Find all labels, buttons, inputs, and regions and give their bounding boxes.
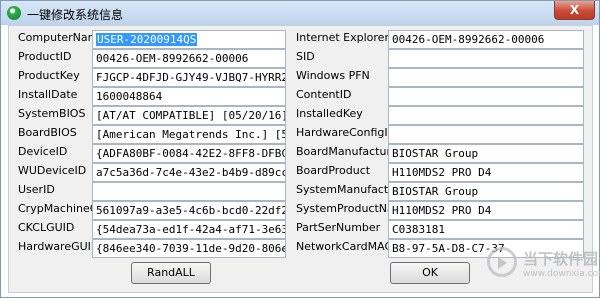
hardware-config-id-field[interactable] [388, 125, 584, 144]
label-part-ser-number: PartSerNumber [296, 221, 381, 234]
watermark-url: www.downxia.com [523, 269, 600, 279]
label-install-date: InstallDate [18, 88, 78, 101]
computer-name-field[interactable]: USER-20200914QS [92, 30, 286, 49]
cryp-machine-guid-field[interactable]: 561097a9-a3e5-4c6b-bcd0-22df20baafd4 [92, 201, 286, 220]
install-date-field[interactable]: 1600048864 [92, 87, 286, 106]
part-ser-number-field[interactable]: C0383181 [388, 220, 584, 239]
product-key-field[interactable]: FJGCP-4DFJD-GJY49-VJBQ7-HYRR2 [92, 68, 286, 87]
window-title: 一键修改系统信息 [27, 8, 124, 22]
label-user-id: UserID [18, 183, 55, 196]
device-id-field[interactable]: {ADFA80BF-0084-42E2-8FF8-DFBC6464CE8C} [92, 144, 286, 163]
ie-id-field[interactable]: 00426-OEM-8992662-00006 [388, 30, 584, 49]
label-windows-pfn: Windows PFN [296, 69, 370, 82]
label-wu-device-id: WUDeviceID [18, 164, 87, 177]
wu-device-id-field[interactable]: a7c5a36d-7c4e-43e2-b4b9-d89cc91e4b35 [92, 163, 286, 182]
label-network-card-mac: NetworkCardMAC [296, 240, 393, 253]
system-info-window: 一键修改系统信息 X ComputerName USER-20200914QS … [0, 0, 600, 298]
label-sid: SID [296, 50, 315, 63]
rand-all-button[interactable]: RandALL [131, 262, 211, 284]
board-manufacturer-field[interactable]: BIOSTAR Group [388, 144, 584, 163]
app-icon [7, 6, 21, 20]
label-board-bios: BoardBIOS [18, 126, 77, 139]
windows-pfn-field[interactable] [388, 68, 584, 87]
hardware-guid-field[interactable]: {846ee340-7039-11de-9d20-806e6f6e6963} [92, 239, 286, 258]
label-device-id: DeviceID [18, 145, 68, 158]
close-button[interactable]: X [554, 1, 595, 20]
watermark-logo-icon [487, 247, 517, 277]
product-id-field[interactable]: 00426-OEM-8992662-00006 [92, 49, 286, 68]
board-bios-field[interactable]: [American Megatrends Inc.] [5.11] [05/20… [92, 125, 286, 144]
label-board-manufacturer: BoardManufacturer [296, 145, 403, 158]
ok-button[interactable]: OK [390, 262, 470, 284]
label-product-id: ProductID [18, 50, 72, 63]
label-board-product: BoardProduct [296, 164, 371, 177]
user-id-field[interactable] [92, 182, 286, 201]
watermark: 当下软件园 www.downxia.com [479, 241, 600, 291]
content-id-field[interactable] [388, 87, 584, 106]
label-hardware-guid: HardwareGUID [18, 240, 100, 253]
sid-field[interactable] [388, 49, 584, 68]
label-system-bios: SystemBIOS [18, 107, 86, 120]
title-bar: 一键修改系统信息 X [1, 1, 599, 25]
watermark-text: 当下软件园 [523, 250, 599, 268]
system-manufacturer-field[interactable]: BIOSTAR Group [388, 182, 584, 201]
system-bios-field[interactable]: [AT/AT COMPATIBLE] [05/20/16] [ACRSYS - … [92, 106, 286, 125]
label-installed-key: InstalledKey [296, 107, 363, 120]
installed-key-field[interactable] [388, 106, 584, 125]
label-ckcl-guid: CKCLGUID [18, 221, 75, 234]
label-content-id: ContentID [296, 88, 352, 101]
board-product-field[interactable]: H110MDS2 PRO D4 [388, 163, 584, 182]
ckcl-guid-field[interactable]: {54dea73a-ed1f-42a4-af71-3e63d056f174} [92, 220, 286, 239]
label-hardware-config-id: HardwareConfigID [296, 126, 397, 139]
system-product-name-field[interactable]: H110MDS2 PRO D4 [388, 201, 584, 220]
label-product-key: ProductKey [18, 69, 80, 82]
